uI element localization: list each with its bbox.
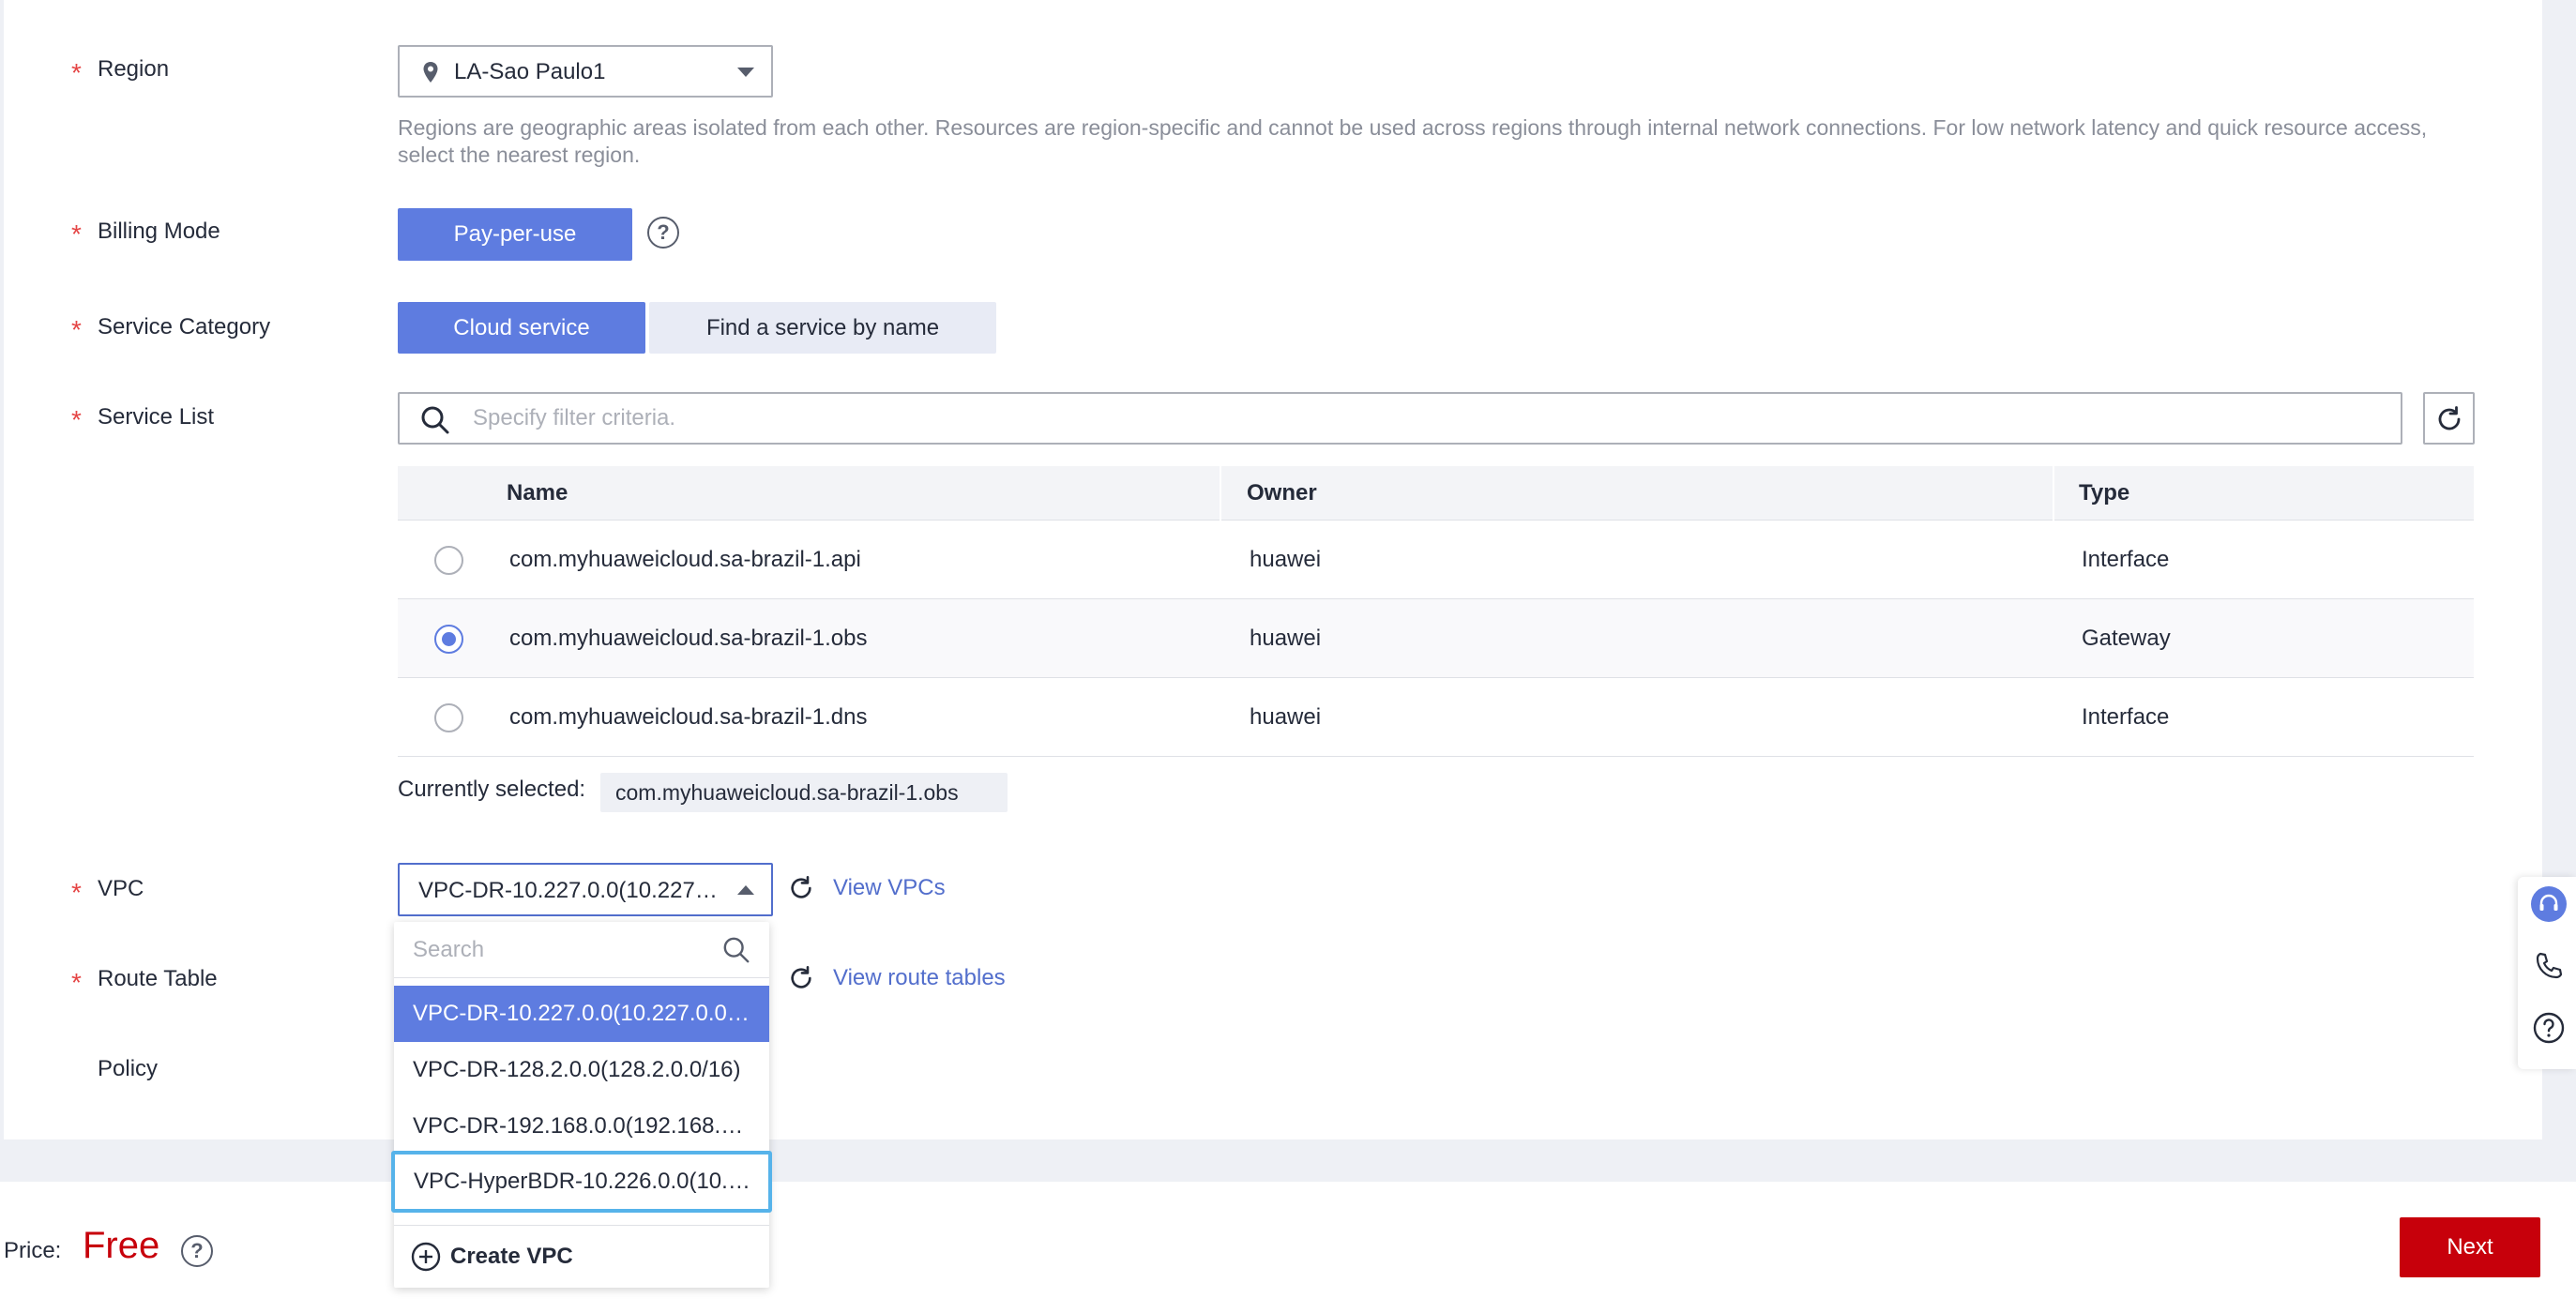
form-panel: * Region LA-Sao Paulo1 Regions are geogr…	[4, 0, 2542, 1139]
service-filter-box[interactable]	[398, 392, 2402, 445]
price-value: Free	[83, 1225, 160, 1266]
cell-type: Interface	[2082, 704, 2170, 730]
vpc-option-hovered[interactable]: VPC-HyperBDR-10.226.0.0(10.226.0.0/16)	[391, 1151, 772, 1213]
table-row[interactable]: com.myhuaweicloud.sa-brazil-1.obs huawei…	[398, 599, 2474, 678]
row-radio[interactable]	[434, 703, 463, 732]
cell-type: Interface	[2082, 547, 2170, 572]
cell-owner: huawei	[1250, 547, 1322, 572]
view-route-tables-link[interactable]: View route tables	[833, 965, 1006, 991]
region-value: LA-Sao Paulo1	[454, 59, 606, 84]
cell-owner: huawei	[1250, 626, 1322, 651]
table-header: Name Owner Type	[398, 466, 2474, 521]
chevron-up-icon	[737, 885, 754, 895]
region-label: Region	[98, 56, 170, 82]
policy-label: Policy	[98, 1056, 159, 1081]
required-marker: *	[71, 405, 82, 434]
refresh-icon[interactable]	[788, 875, 814, 901]
service-table: Name Owner Type com.myhuaweicloud.sa-bra…	[398, 466, 2474, 757]
vpc-value: VPC-DR-10.227.0.0(10.227.0.0/16)	[418, 878, 719, 903]
location-pin-icon	[423, 62, 438, 83]
footer-bar: Price: Free ? Next	[0, 1182, 2576, 1313]
chevron-down-icon	[737, 68, 754, 77]
vpc-select[interactable]: VPC-DR-10.227.0.0(10.227.0.0/16)	[398, 863, 773, 916]
required-marker: *	[71, 58, 82, 87]
refresh-icon	[2438, 406, 2461, 430]
create-vpc-button[interactable]: Create VPC	[394, 1225, 769, 1288]
help-icon[interactable]: ?	[647, 217, 679, 249]
search-icon	[421, 406, 449, 434]
vpc-option[interactable]: VPC-DR-128.2.0.0(128.2.0.0/16)	[394, 1042, 769, 1098]
cell-name: com.myhuaweicloud.sa-brazil-1.obs	[509, 626, 868, 651]
vpc-option[interactable]: VPC-DR-192.168.0.0(192.168.0.0/16)	[394, 1098, 769, 1155]
floating-help-bar	[2518, 877, 2576, 1069]
refresh-service-list-button[interactable]	[2423, 392, 2475, 445]
cell-owner: huawei	[1250, 704, 1322, 730]
vpc-label: VPC	[98, 876, 144, 901]
cell-name: com.myhuaweicloud.sa-brazil-1.dns	[509, 704, 868, 730]
vpc-option-label: VPC-DR-10.227.0.0(10.227.0.0/16)	[413, 1001, 752, 1026]
currently-selected-label: Currently selected:	[398, 777, 586, 802]
required-marker: *	[71, 315, 82, 344]
next-button[interactable]: Next	[2400, 1217, 2540, 1277]
vpc-search-box[interactable]	[394, 922, 769, 978]
pay-per-use-button[interactable]: Pay-per-use	[398, 208, 632, 261]
service-filter-input[interactable]	[473, 403, 2255, 433]
vpc-option-label: VPC-HyperBDR-10.226.0.0(10.226.0.0/16)	[414, 1169, 753, 1194]
service-list-label: Service List	[98, 404, 215, 430]
column-header-owner: Owner	[1247, 480, 1317, 506]
table-row[interactable]: com.myhuaweicloud.sa-brazil-1.dns huawei…	[398, 678, 2474, 757]
price-label: Price:	[4, 1238, 62, 1263]
service-category-label: Service Category	[98, 314, 271, 340]
column-header-type: Type	[2079, 480, 2130, 506]
column-header-name: Name	[507, 480, 568, 506]
cell-name: com.myhuaweicloud.sa-brazil-1.api	[509, 547, 861, 572]
vpc-dropdown: VPC-DR-10.227.0.0(10.227.0.0/16) VPC-DR-…	[391, 922, 772, 1288]
currently-selected-tag: com.myhuaweicloud.sa-brazil-1.obs	[600, 773, 1008, 812]
row-radio-selected[interactable]	[434, 625, 463, 654]
cloud-service-tab[interactable]: Cloud service	[398, 302, 645, 354]
row-radio[interactable]	[434, 546, 463, 575]
region-select[interactable]: LA-Sao Paulo1	[398, 45, 773, 98]
billing-mode-label: Billing Mode	[98, 219, 220, 244]
vpc-option-label: VPC-DR-192.168.0.0(192.168.0.0/16)	[413, 1113, 752, 1139]
route-table-label: Route Table	[98, 966, 218, 991]
find-service-by-name-tab[interactable]: Find a service by name	[649, 302, 996, 354]
vpc-option-label: VPC-DR-128.2.0.0(128.2.0.0/16)	[413, 1057, 741, 1082]
view-vpcs-link[interactable]: View VPCs	[833, 875, 946, 901]
required-marker: *	[71, 878, 82, 907]
help-icon[interactable]	[2531, 1010, 2567, 1046]
required-marker: *	[71, 219, 82, 249]
table-row[interactable]: com.myhuaweicloud.sa-brazil-1.api huawei…	[398, 521, 2474, 599]
region-help-text: Regions are geographic areas isolated fr…	[398, 115, 2428, 167]
refresh-icon[interactable]	[788, 965, 814, 991]
cell-type: Gateway	[2082, 626, 2171, 651]
vpc-search-input[interactable]	[413, 935, 694, 965]
phone-icon[interactable]	[2531, 948, 2567, 984]
search-icon	[723, 937, 750, 963]
plus-circle-icon	[411, 1242, 441, 1272]
create-vpc-label: Create VPC	[450, 1244, 573, 1269]
required-marker: *	[71, 968, 82, 997]
headset-icon[interactable]	[2531, 886, 2567, 922]
help-icon[interactable]: ?	[181, 1235, 213, 1267]
vpc-option[interactable]: VPC-DR-10.227.0.0(10.227.0.0/16)	[394, 986, 769, 1042]
